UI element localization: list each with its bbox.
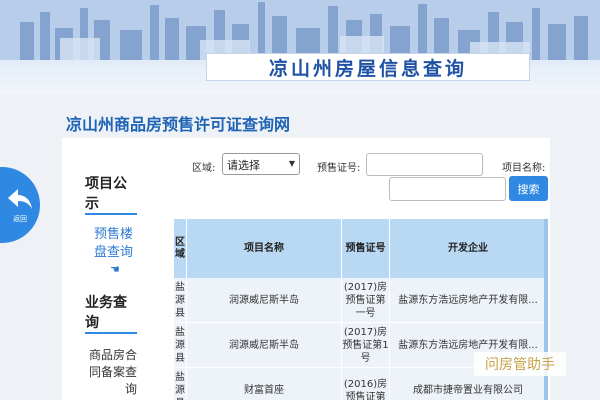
cell-license: (2017)房预售证第一号 <box>342 278 390 323</box>
banner-title: 凉山州房屋信息查询 <box>268 57 467 80</box>
region-label: 区域: <box>192 163 216 174</box>
nav-item-contract-filing-query[interactable]: 商品房合同备案查询 <box>85 347 137 398</box>
pointing-hand-icon: ☚ <box>110 263 120 276</box>
cell-region: 盐源县 <box>174 278 187 323</box>
column-header-project: 项目名称 <box>187 219 342 278</box>
cell-region: 盐源县 <box>174 368 187 400</box>
cell-license: (2017)房预售证第1号 <box>342 323 390 368</box>
cell-project: 润源威尼斯半岛 <box>187 323 342 368</box>
back-label: 返回 <box>13 215 27 223</box>
cell-project: 财富首座 <box>187 368 342 400</box>
chevron-down-icon: ▼ <box>288 159 295 168</box>
table-header: 区域 项目名称 预售证号 开发企业 <box>174 219 546 278</box>
cell-region: 盐源县 <box>174 323 187 368</box>
column-header-license: 预售证号 <box>342 219 390 278</box>
license-label: 预售证号: <box>317 163 361 174</box>
column-header-developer: 开发企业 <box>448 243 488 254</box>
city-skyline-image <box>0 0 600 60</box>
back-arrow-icon <box>8 189 32 209</box>
nav-section-title-business-query: 业务查询 <box>85 295 127 331</box>
region-select-value: 请选择 <box>227 159 260 172</box>
search-button[interactable]: 搜索 <box>509 176 548 201</box>
project-name-input[interactable] <box>389 177 506 201</box>
watermark: 问房管助手 <box>474 352 566 376</box>
nav-divider <box>85 213 137 215</box>
banner-title-box: 凉山州房屋信息查询 <box>206 53 530 81</box>
table-row[interactable]: 盐源县 润源威尼斯半岛 (2017)房预售证第一号 盐源东方浩远房地产开发有限.… <box>174 278 546 323</box>
nav-divider <box>85 332 137 334</box>
back-button[interactable]: 返回 <box>0 167 40 243</box>
region-select[interactable]: 请选择 ▼ <box>222 153 300 175</box>
page-title: 凉山州商品房预售许可证查询网 <box>66 115 291 134</box>
column-header-region: 区域 <box>174 219 187 278</box>
license-input[interactable] <box>366 153 483 176</box>
header-banner: 凉山州房屋信息查询 <box>0 0 600 95</box>
nav-section-title-project-public: 项目公示 <box>85 176 127 212</box>
project-name-label: 项目名称: <box>502 163 546 174</box>
cell-project: 润源威尼斯半岛 <box>187 278 342 323</box>
nav-item-presale-query[interactable]: 预售楼盘查询 <box>85 226 133 262</box>
cell-developer: 盐源东方浩远房地产开发有限... <box>398 295 538 306</box>
cell-license: (2016)房预售证第 <box>342 368 390 400</box>
